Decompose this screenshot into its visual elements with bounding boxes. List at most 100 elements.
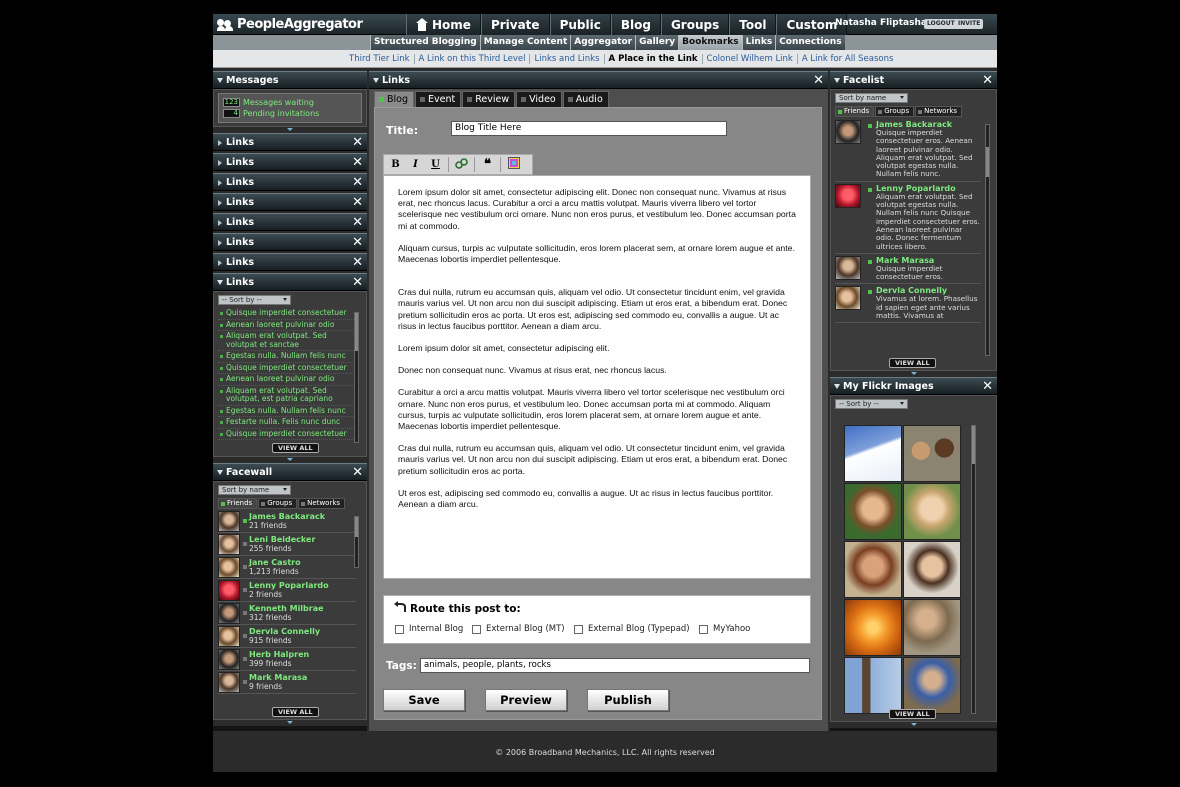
facewall-person[interactable]: Mark Marasa 9 friends: [218, 671, 356, 694]
facewall-sort-select[interactable]: Sort by name: [218, 485, 291, 495]
nav-groups[interactable]: Groups: [660, 14, 730, 35]
link-icon[interactable]: [454, 157, 469, 172]
invite-button[interactable]: INVITE: [955, 19, 984, 29]
facewall-view-all-button[interactable]: VIEW ALL: [272, 707, 319, 717]
close-icon[interactable]: ✕: [352, 235, 363, 250]
subnav-aggregator[interactable]: Aggregator: [570, 35, 636, 50]
avatar[interactable]: [835, 286, 861, 311]
person-name[interactable]: Lenny Poparlardo: [249, 581, 329, 590]
facelist-scrollbar[interactable]: [985, 124, 990, 356]
link-list-item[interactable]: Aliquam erat volutpat. Sed volutpat et s…: [218, 331, 358, 351]
close-icon[interactable]: ✕: [352, 135, 363, 150]
flickr-photo[interactable]: [844, 657, 902, 714]
tertiary-link[interactable]: A Link on this Third Level: [413, 54, 530, 64]
link-list-item[interactable]: Egestas nulla. Nullam felis nunc: [218, 351, 358, 363]
facewall-person[interactable]: James Backarack 21 friends: [218, 510, 356, 533]
close-icon[interactable]: ✕: [352, 215, 363, 230]
publish-button[interactable]: Publish: [587, 689, 669, 711]
facelist-person[interactable]: Mark Marasa Quisque imperdiet consectetue…: [835, 254, 981, 285]
avatar[interactable]: [835, 255, 861, 280]
subnav-bookmarks[interactable]: Bookmarks: [678, 35, 742, 50]
avatar[interactable]: [218, 510, 240, 532]
link-list-item[interactable]: Quisque imperdiet consectetuer: [218, 429, 358, 440]
facelist-person[interactable]: James Backarack Quisque imperdiet consect…: [835, 118, 981, 182]
bold-button[interactable]: B: [388, 157, 403, 172]
facewall-person[interactable]: Lenny Poparlardo 2 friends: [218, 579, 356, 602]
links-header-collapsed[interactable]: Links ✕: [213, 253, 367, 271]
close-icon[interactable]: ✕: [352, 255, 363, 270]
expand-arrow-icon[interactable]: [830, 722, 997, 728]
links-header-collapsed[interactable]: Links ✕: [213, 133, 367, 151]
subnav-connections[interactable]: Connections: [775, 35, 845, 50]
tab-audio[interactable]: Audio: [562, 91, 609, 107]
flickr-scrollbar[interactable]: [971, 425, 976, 714]
person-name[interactable]: Kenneth Milbrae: [249, 604, 324, 613]
flickr-photo[interactable]: [903, 599, 961, 656]
nav-public[interactable]: Public: [549, 14, 611, 35]
tab-networks[interactable]: Networks: [298, 498, 346, 509]
facewall-person[interactable]: Herb Halpren 399 friends: [218, 648, 356, 671]
preview-button[interactable]: Preview: [485, 689, 567, 711]
subnav-gallery[interactable]: Gallery: [635, 35, 679, 50]
link-list-item[interactable]: Quisque imperdiet consectetuer: [218, 308, 358, 320]
flickr-photo[interactable]: [844, 541, 902, 598]
tertiary-link-active[interactable]: A Place in the Link: [603, 54, 702, 64]
link-list-item[interactable]: Aenean laoreet pulvinar odio: [218, 320, 358, 331]
flickr-photo[interactable]: [903, 657, 961, 714]
avatar[interactable]: [218, 579, 240, 601]
tab-blog[interactable]: Blog: [374, 91, 414, 107]
underline-button[interactable]: U: [428, 157, 443, 172]
facewall-person[interactable]: Jane Castro 1,213 friends: [218, 556, 356, 579]
post-body-editor[interactable]: Lorem ipsum dolor sit amet, consectetur …: [383, 175, 811, 579]
link-list-item[interactable]: Egestas nulla. Nullam felis nunc: [218, 406, 358, 417]
flickr-photo[interactable]: [903, 425, 961, 482]
links-header-collapsed[interactable]: Links ✕: [213, 193, 367, 211]
facewall-scrollbar[interactable]: [354, 516, 359, 568]
quote-icon[interactable]: ❝: [480, 157, 495, 172]
avatar[interactable]: [218, 602, 240, 624]
tab-event[interactable]: Event: [415, 91, 462, 107]
tab-networks[interactable]: Networks: [915, 106, 963, 117]
avatar[interactable]: [218, 648, 240, 670]
facewall-header[interactable]: Facewall ✕: [213, 463, 367, 481]
avatar[interactable]: [218, 671, 240, 693]
facewall-person[interactable]: Dervla Connelly 915 friends: [218, 625, 356, 648]
close-icon[interactable]: ✕: [982, 73, 993, 88]
flickr-photo[interactable]: [903, 483, 961, 540]
links-header-collapsed[interactable]: Links ✕: [213, 213, 367, 231]
link-list-item[interactable]: Quisque imperdiet consectetuer: [218, 363, 358, 374]
flickr-sort-select[interactable]: -- Sort by --: [835, 399, 908, 409]
person-name[interactable]: Dervla Connelly: [249, 627, 320, 636]
title-input[interactable]: Blog Title Here: [451, 121, 727, 136]
tab-friends[interactable]: Friends: [835, 106, 875, 117]
links-header-collapsed[interactable]: Links ✕: [213, 173, 367, 191]
tertiary-link[interactable]: Colonel Wilhem Link: [701, 54, 797, 64]
link-list-item[interactable]: Aenean laoreet pulvinar odio: [218, 374, 358, 386]
tab-groups[interactable]: Groups: [875, 106, 915, 117]
nav-tool[interactable]: Tool: [729, 14, 777, 35]
flickr-photo[interactable]: [844, 483, 902, 540]
avatar[interactable]: [835, 183, 861, 208]
person-name[interactable]: Leni Beidecker: [249, 535, 315, 544]
links-header-collapsed[interactable]: Links ✕: [213, 153, 367, 171]
messages-header[interactable]: Messages: [213, 71, 367, 89]
facelist-header[interactable]: Facelist ✕: [830, 71, 997, 89]
tags-input[interactable]: animals, people, plants, rocks: [420, 658, 810, 673]
messages-waiting[interactable]: 123 Messages waiting: [223, 97, 357, 108]
image-icon[interactable]: [506, 157, 521, 172]
nav-private[interactable]: Private: [480, 14, 550, 35]
link-list-item[interactable]: Aliquam erat volutpat. Sed volutpat, est…: [218, 386, 358, 406]
save-button[interactable]: Save: [383, 689, 465, 711]
logout-button[interactable]: LOGOUT: [924, 19, 958, 29]
tertiary-link[interactable]: Third Tier Link: [345, 54, 414, 64]
close-icon[interactable]: ✕: [352, 155, 363, 170]
route-internal-blog-checkbox[interactable]: Internal Blog: [395, 624, 463, 634]
facelist-sort-select[interactable]: Sort by name: [835, 93, 908, 103]
expand-arrow-icon[interactable]: [213, 720, 367, 726]
links-view-all-button[interactable]: VIEW ALL: [272, 443, 319, 453]
pending-invitations[interactable]: 4 Pending invitations: [223, 108, 357, 119]
flickr-view-all-button[interactable]: VIEW ALL: [889, 709, 936, 719]
close-icon[interactable]: ✕: [352, 465, 363, 480]
tertiary-link[interactable]: Links and Links: [529, 54, 603, 64]
close-icon[interactable]: ✕: [352, 175, 363, 190]
